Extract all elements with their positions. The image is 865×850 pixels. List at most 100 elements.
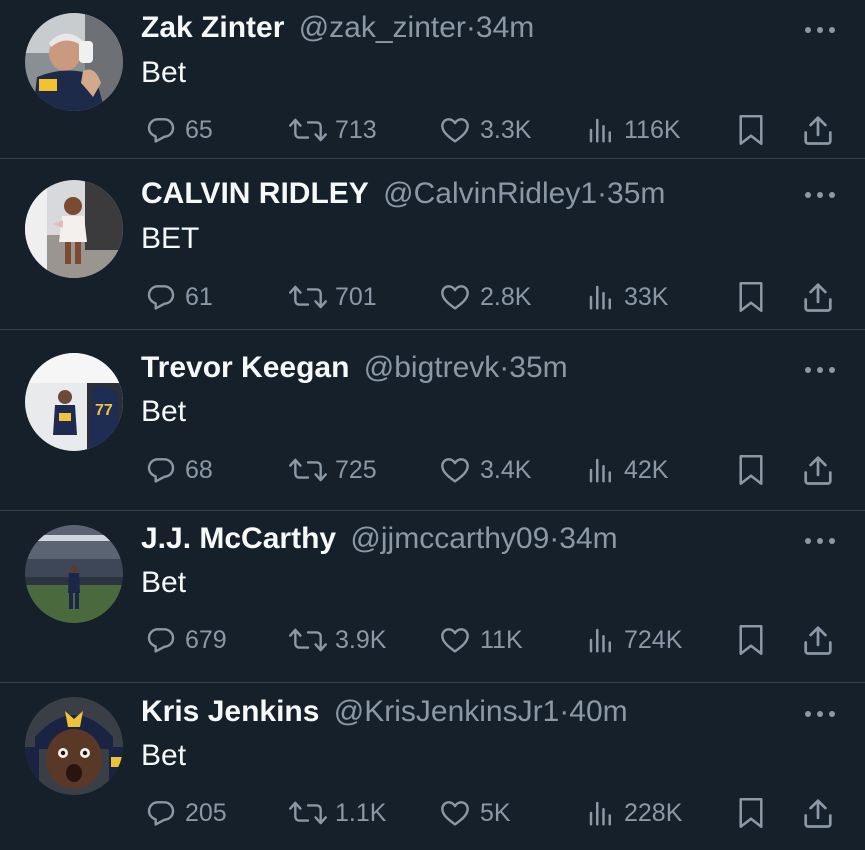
reply-count: 679 — [185, 625, 227, 654]
retweet-icon — [289, 118, 327, 142]
display-name[interactable]: Zak Zinter — [141, 11, 284, 44]
retweet-icon — [289, 801, 327, 825]
user-handle[interactable]: @CalvinRidley1 — [383, 177, 597, 210]
tweet-header: Trevor Keegan @bigtrevk·35m — [141, 350, 568, 386]
like-button[interactable]: 2.8K — [438, 277, 531, 317]
views-button[interactable]: 42K — [586, 450, 668, 490]
svg-text:77: 77 — [95, 402, 113, 419]
timestamp[interactable]: 35m — [607, 177, 665, 210]
bookmark-button[interactable] — [737, 454, 765, 491]
bookmark-icon — [739, 455, 763, 485]
bookmark-button[interactable] — [737, 797, 765, 834]
bookmark-button[interactable] — [737, 114, 765, 151]
views-button[interactable]: 33K — [586, 277, 668, 317]
avatar[interactable] — [25, 697, 123, 795]
like-icon — [441, 285, 469, 310]
timestamp[interactable]: 34m — [476, 11, 534, 44]
views-icon — [589, 118, 611, 143]
avatar[interactable] — [25, 180, 123, 278]
reply-button[interactable]: 205 — [145, 793, 227, 833]
tweet-header: CALVIN RIDLEY @CalvinRidley1·35m — [141, 176, 665, 212]
like-button[interactable]: 5K — [438, 793, 511, 833]
tweet-text: Bet — [141, 566, 187, 599]
display-name[interactable]: Trevor Keegan — [141, 351, 349, 384]
reply-button[interactable]: 61 — [145, 277, 213, 317]
user-handle[interactable]: @zak_zinter — [299, 11, 466, 44]
bookmark-icon — [739, 625, 763, 655]
share-button[interactable] — [801, 797, 835, 834]
reply-count: 68 — [185, 455, 213, 484]
views-button[interactable]: 116K — [586, 110, 681, 150]
retweet-button[interactable]: 1.1K — [289, 793, 386, 833]
share-icon — [804, 283, 832, 312]
share-icon — [804, 626, 832, 655]
views-count: 33K — [624, 282, 669, 311]
timestamp[interactable]: 34m — [559, 522, 617, 555]
retweet-button[interactable]: 725 — [289, 450, 377, 490]
avatar[interactable] — [25, 525, 123, 623]
share-button[interactable] — [801, 454, 835, 491]
avatar[interactable]: 77 — [25, 353, 123, 451]
bookmark-button[interactable] — [737, 281, 765, 318]
reply-button[interactable]: 65 — [145, 110, 213, 150]
like-button[interactable]: 3.3K — [438, 110, 531, 150]
tweet-card[interactable]: Zak Zinter @zak_zinter·34m Bet 65 713 3.… — [0, 0, 865, 158]
retweet-button[interactable]: 701 — [289, 277, 377, 317]
like-count: 5K — [480, 798, 511, 827]
retweet-icon — [289, 458, 327, 482]
views-button[interactable]: 724K — [586, 620, 682, 660]
share-icon — [804, 456, 832, 485]
user-handle[interactable]: @jjmccarthy09 — [350, 522, 549, 555]
views-icon — [589, 458, 611, 483]
avatar[interactable] — [25, 13, 123, 111]
retweet-button[interactable]: 713 — [289, 110, 377, 150]
timestamp[interactable]: 35m — [509, 351, 567, 384]
retweet-count: 3.9K — [335, 625, 387, 654]
like-icon — [441, 628, 469, 653]
user-handle[interactable]: @bigtrevk — [364, 351, 500, 384]
tweet-card[interactable]: J.J. McCarthy @jjmccarthy09·34m Bet 679 … — [0, 511, 865, 682]
retweet-icon — [289, 628, 327, 652]
display-name[interactable]: J.J. McCarthy — [141, 522, 336, 555]
more-icon[interactable] — [803, 706, 837, 717]
tweet-card[interactable]: Kris Jenkins @KrisJenkinsJr1·40m Bet 205… — [0, 683, 865, 850]
tweet-header: J.J. McCarthy @jjmccarthy09·34m — [141, 521, 618, 557]
bookmark-icon — [739, 798, 763, 828]
tweet-actions: 205 1.1K 5K 228K — [0, 793, 865, 833]
tweet-card[interactable]: CALVIN RIDLEY @CalvinRidley1·35m BET 61 … — [0, 159, 865, 329]
more-icon[interactable] — [803, 22, 837, 33]
retweet-button[interactable]: 3.9K — [289, 620, 386, 660]
separator: · — [465, 11, 476, 44]
views-icon — [589, 801, 611, 826]
bookmark-button[interactable] — [737, 624, 765, 661]
share-button[interactable] — [801, 114, 835, 151]
views-count: 724K — [624, 625, 683, 654]
display-name[interactable]: Kris Jenkins — [141, 695, 319, 728]
reply-button[interactable]: 68 — [145, 450, 213, 490]
reply-icon — [147, 458, 175, 483]
user-handle[interactable]: @KrisJenkinsJr1 — [334, 695, 560, 728]
more-icon[interactable] — [803, 533, 837, 544]
share-button[interactable] — [801, 624, 835, 661]
tweet-card[interactable]: 77 Trevor Keegan @bigtrevk·35m Bet 68 72… — [0, 330, 865, 510]
reply-button[interactable]: 679 — [145, 620, 227, 660]
more-icon[interactable] — [803, 187, 837, 198]
more-icon[interactable] — [803, 362, 837, 373]
tweet-actions: 65 713 3.3K 116K — [0, 110, 865, 150]
like-button[interactable]: 11K — [438, 620, 523, 660]
like-button[interactable]: 3.4K — [438, 450, 531, 490]
tweet-feed: Zak Zinter @zak_zinter·34m Bet 65 713 3.… — [0, 0, 865, 850]
timestamp[interactable]: 40m — [569, 695, 627, 728]
views-button[interactable]: 228K — [586, 793, 682, 833]
retweet-count: 701 — [335, 282, 377, 311]
share-button[interactable] — [801, 281, 835, 318]
share-icon — [804, 799, 832, 828]
tweet-header: Zak Zinter @zak_zinter·34m — [141, 10, 534, 46]
views-count: 228K — [624, 798, 683, 827]
display-name[interactable]: CALVIN RIDLEY — [141, 177, 369, 210]
like-count: 2.8K — [480, 282, 532, 311]
bookmark-icon — [739, 115, 763, 145]
tweet-text: Bet — [141, 56, 187, 89]
bookmark-icon — [739, 282, 763, 312]
retweet-count: 1.1K — [335, 798, 387, 827]
